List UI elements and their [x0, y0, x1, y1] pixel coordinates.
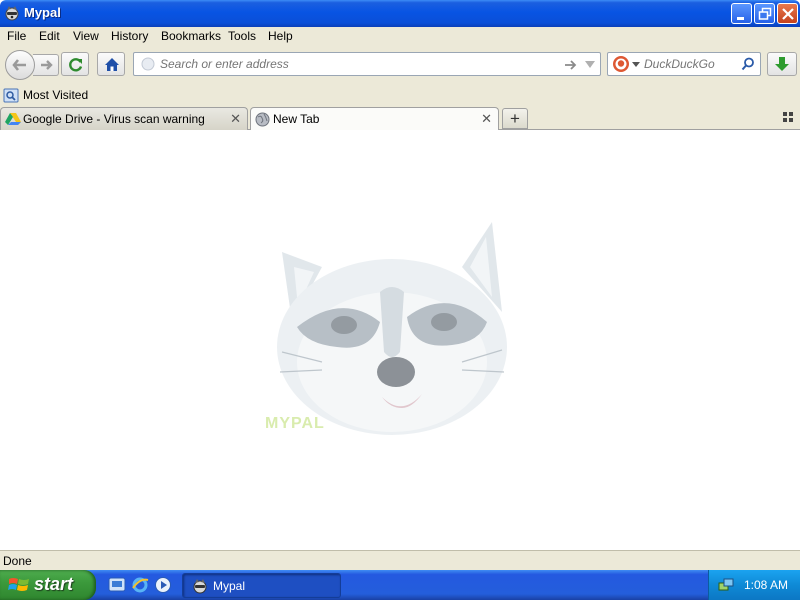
google-drive-icon: [5, 113, 21, 125]
page-content: MYPAL: [0, 130, 800, 550]
folder-icon: [3, 88, 19, 103]
new-tab-button[interactable]: +: [502, 108, 528, 129]
back-button[interactable]: [5, 50, 35, 80]
status-bar: Done: [0, 550, 800, 570]
windows-logo-icon: [8, 578, 29, 591]
home-button[interactable]: [97, 52, 125, 76]
duckduckgo-icon[interactable]: [612, 55, 630, 73]
navigation-toolbar: [0, 47, 800, 84]
downloads-button[interactable]: [767, 52, 797, 76]
menu-help[interactable]: Help: [268, 29, 293, 43]
menu-history[interactable]: History: [111, 29, 148, 43]
raccoon-app-icon: [193, 579, 207, 594]
internet-explorer-icon[interactable]: [131, 576, 149, 594]
search-input[interactable]: [644, 57, 740, 71]
plus-icon: +: [510, 109, 520, 128]
back-arrow-icon: [12, 59, 26, 71]
search-icon[interactable]: [741, 57, 755, 71]
system-tray: 1:08 AM: [708, 570, 800, 600]
status-text: Done: [3, 554, 32, 568]
tab-label: New Tab: [273, 112, 320, 126]
network-icon[interactable]: [718, 577, 734, 593]
menu-file[interactable]: File: [7, 29, 26, 43]
tab-label: Google Drive - Virus scan warning: [23, 112, 205, 126]
menu-view[interactable]: View: [73, 29, 99, 43]
download-arrow-icon: [775, 57, 789, 71]
taskbar-task-label: Mypal: [213, 579, 246, 593]
forward-button[interactable]: [33, 54, 59, 76]
taskbar-mypal-button[interactable]: Mypal: [182, 573, 341, 598]
close-window-button[interactable]: [777, 3, 798, 24]
tab-close-icon[interactable]: ✕: [230, 111, 241, 127]
raccoon-app-icon: [5, 6, 19, 21]
address-input[interactable]: [160, 57, 560, 71]
show-desktop-icon[interactable]: [108, 576, 126, 594]
tab-list-icon[interactable]: [783, 112, 793, 122]
reload-button[interactable]: [61, 52, 89, 76]
media-player-icon[interactable]: [154, 576, 172, 594]
back-forward-group: [5, 50, 59, 80]
mypal-logo-text: MYPAL: [265, 415, 325, 432]
window-title: Mypal: [24, 5, 61, 20]
bookmark-most-visited[interactable]: Most Visited: [3, 87, 88, 104]
home-icon: [105, 58, 119, 71]
site-identity-icon: [141, 57, 155, 71]
engine-dropdown-icon[interactable]: [632, 62, 640, 68]
go-arrow-icon[interactable]: [564, 59, 578, 71]
start-label: start: [34, 574, 74, 594]
restore-icon: [758, 7, 772, 20]
dropdown-arrow-icon[interactable]: [584, 60, 596, 70]
tab-strip: Google Drive - Virus scan warning ✕ New …: [0, 106, 800, 131]
address-bar[interactable]: [133, 52, 601, 76]
forward-arrow-icon: [41, 60, 53, 70]
start-button[interactable]: start: [0, 570, 96, 600]
restore-button[interactable]: [754, 3, 775, 24]
taskbar: start Mypal 1:08 AM: [0, 570, 800, 600]
bookmarks-toolbar: Most Visited: [0, 84, 800, 106]
close-icon: [782, 8, 794, 20]
minimize-button[interactable]: [731, 3, 752, 24]
menu-bar: File Edit View History Bookmarks Tools H…: [0, 27, 800, 47]
menu-bookmarks[interactable]: Bookmarks: [161, 29, 221, 43]
tab-new-tab[interactable]: New Tab ✕: [250, 107, 499, 131]
menu-edit[interactable]: Edit: [39, 29, 60, 43]
minimize-icon: [737, 17, 744, 20]
reload-icon: [69, 58, 83, 72]
tab-close-icon[interactable]: ✕: [481, 111, 492, 127]
mypal-raccoon-logo: [277, 222, 507, 435]
search-bar[interactable]: [607, 52, 761, 76]
clock: 1:08 AM: [744, 578, 789, 592]
menu-tools[interactable]: Tools: [228, 29, 256, 43]
bookmark-label: Most Visited: [23, 88, 89, 102]
window-title-bar[interactable]: Mypal: [0, 0, 800, 27]
tab-google-drive[interactable]: Google Drive - Virus scan warning ✕: [0, 107, 248, 130]
globe-icon: [255, 112, 270, 127]
